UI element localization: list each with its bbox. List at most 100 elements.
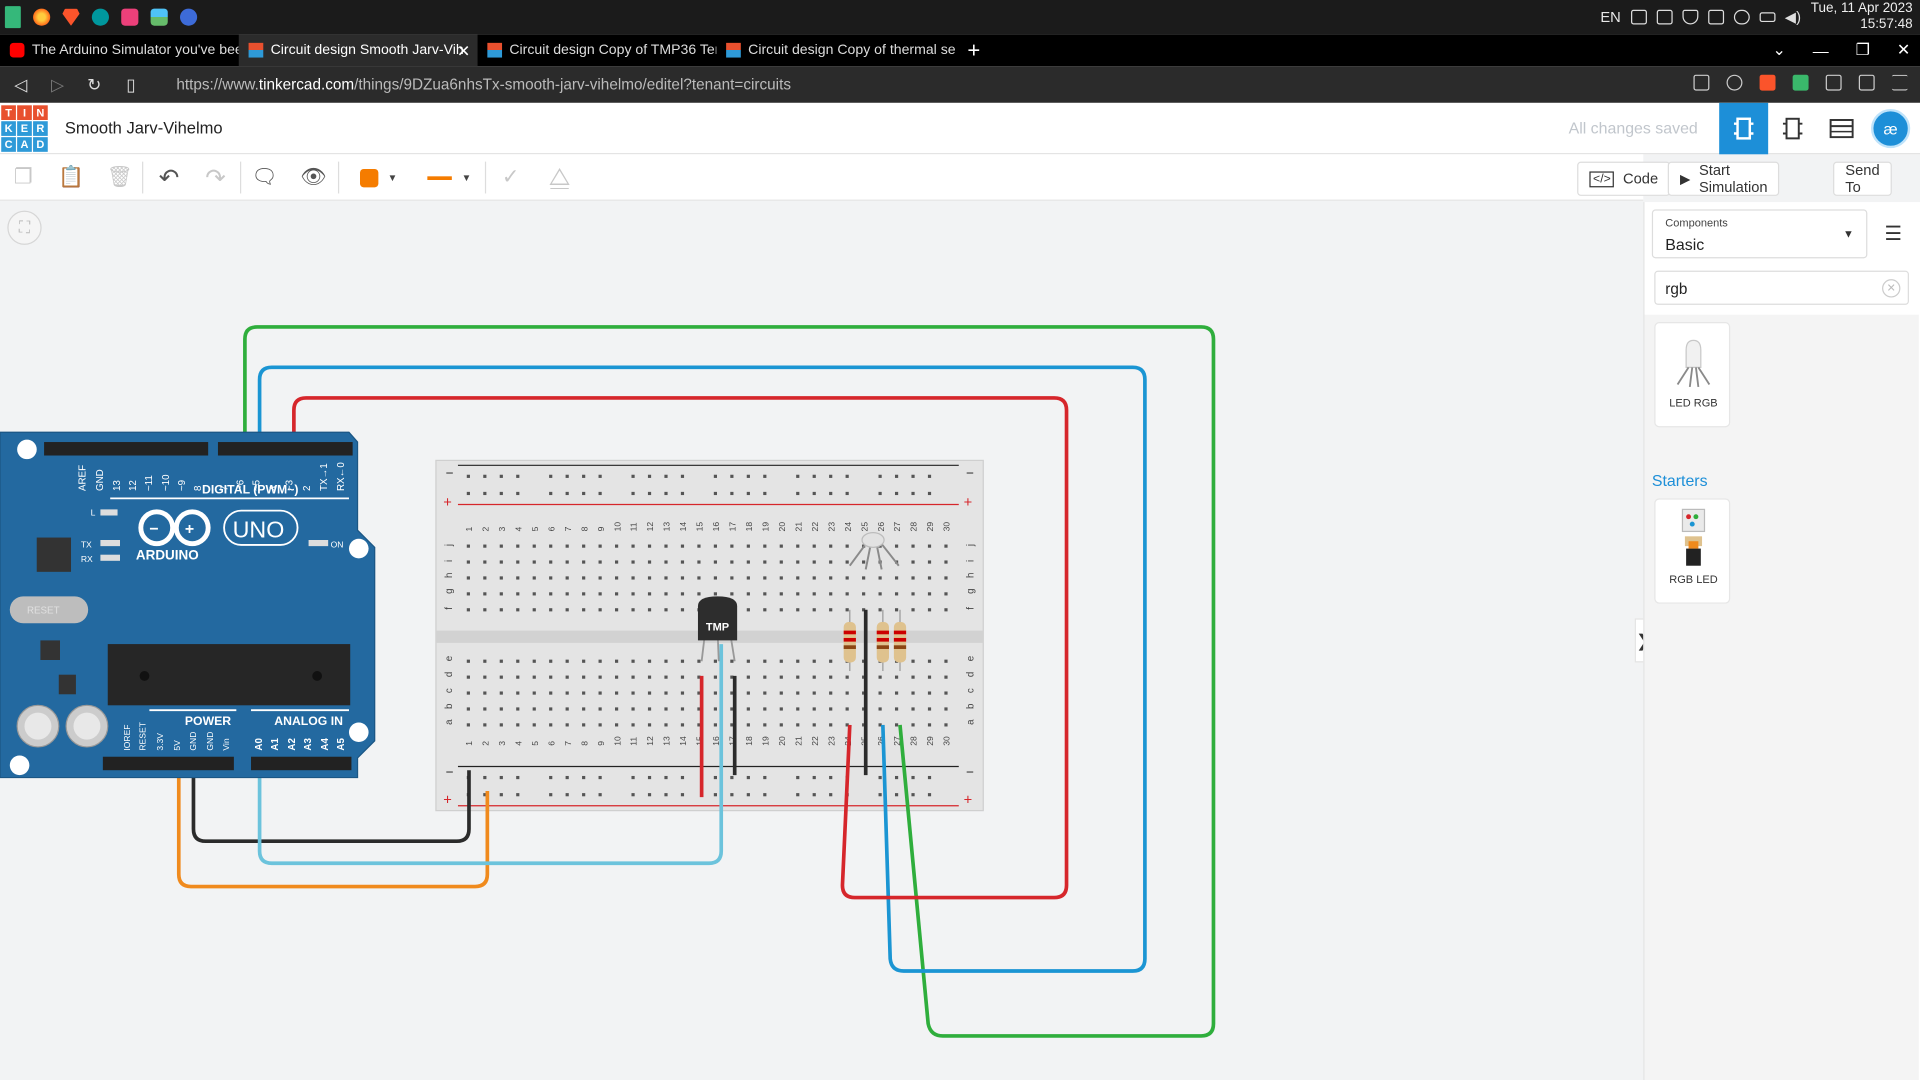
copy-icon[interactable]: ❐ [7,163,39,192]
brave-icon[interactable] [62,8,80,26]
back-icon[interactable]: ◁ [5,74,37,95]
digital-pin-label: GND [95,469,106,491]
send-to-label: Send To [1845,161,1880,196]
tx-label: TX [81,539,92,549]
row-label: g [444,588,455,593]
send-to-button[interactable]: Send To [1833,161,1892,196]
user-avatar[interactable]: æ [1871,108,1911,149]
close-tab-icon[interactable]: ✕ [457,42,470,62]
delete-icon[interactable]: 🗑 [104,163,136,192]
project-title[interactable]: Smooth Jarv-Vihelmo [65,119,223,137]
flip-icon[interactable]: ⧋ [544,163,576,192]
column-number: 6 [546,526,556,531]
clock[interactable]: Tue, 11 Apr 2023 15:57:48 [1811,1,1913,33]
toggle-notes-icon[interactable]: 👁 [298,163,330,192]
app-grid-icon[interactable] [4,6,21,29]
chevron-down-icon: ▼ [387,172,398,184]
shield-icon[interactable] [1681,9,1698,25]
calendar-icon[interactable] [1656,9,1673,25]
column-number: 3 [497,741,507,746]
digital-pin-label: ~9 [177,480,188,491]
component-card-led-rgb[interactable]: LED RGB [1654,322,1731,428]
component-list-button[interactable] [1817,103,1866,154]
circuit-canvas[interactable]: ⛶ − + − + − + − + 1 1 2 2 3 3 4 4 5 5 6 6 7 7 8 8 9 9 10 10… [0,202,1644,1080]
components-dropdown-value: Basic [1665,235,1705,254]
column-number: 20 [777,736,787,746]
wire-type-picker[interactable]: ▼ [418,163,482,192]
maximize-icon[interactable]: ❐ [1856,40,1870,60]
notes-icon[interactable]: 🗨 [249,163,281,192]
column-number: 7 [563,526,573,531]
volume-icon[interactable]: ◀) [1785,9,1801,26]
brave-shields-icon[interactable] [1759,74,1776,91]
clear-search-icon[interactable]: ✕ [1882,279,1901,298]
chevron-down-icon: ▼ [461,172,472,184]
schematic-view-button[interactable] [1768,103,1817,154]
tab-circuit-thermal[interactable]: Circuit design Copy of thermal ser [716,34,955,66]
logo-letter: C [1,137,16,152]
component-search-input[interactable]: rgb ✕ [1654,270,1909,305]
minimize-icon[interactable]: — [1813,41,1829,59]
fill-color-picker[interactable]: ▼ [350,163,406,192]
menu-icon[interactable] [1891,74,1908,91]
list-view-icon[interactable]: ☰ [1884,222,1902,246]
clock-date: Tue, 11 Apr 2023 [1810,1,1913,16]
circuit-view-button[interactable] [1719,102,1769,155]
monitor-icon[interactable] [1707,9,1724,25]
column-number: 4 [513,526,523,531]
led-rgb-icon [1676,339,1711,388]
column-number: 20 [777,522,787,532]
column-number: 15 [695,522,705,532]
reset-button-label: RESET [27,605,60,616]
tinkercad-icon [487,42,503,58]
undo-icon[interactable]: ↶ [153,163,185,192]
code-button-label: Code [1623,170,1659,188]
attachment-icon[interactable] [1733,9,1750,25]
bookmark-icon[interactable]: ▯ [115,74,147,95]
code-icon: </> [1589,170,1615,187]
extension-shield-icon[interactable] [1792,74,1809,91]
tinkercad-logo[interactable]: T I N K E R C A D [1,105,48,152]
redo-icon[interactable]: ↷ [200,163,232,192]
forward-icon[interactable]: ▷ [42,74,74,95]
rgb-led-starter-icon [1681,508,1706,566]
column-number: 28 [909,736,919,746]
save-status: All changes saved [1568,118,1698,138]
tab-list-icon[interactable]: ⌄ [1772,40,1785,60]
digital-pin-label: 13 [112,480,123,491]
logo-letter: A [17,137,32,152]
install-icon[interactable] [1693,74,1710,91]
column-number: 12 [645,736,655,746]
tab-circuit-tmp36[interactable]: Circuit design Copy of TMP36 Tem [478,34,716,66]
settings-icon[interactable] [180,8,198,26]
code-button[interactable]: </> Code [1577,161,1671,196]
column-number: 28 [909,522,919,532]
firefox-icon[interactable] [33,8,51,26]
share-icon[interactable] [1726,74,1743,91]
reload-icon[interactable]: ↻ [78,74,110,95]
arduino-icon[interactable] [91,8,109,26]
tab-youtube[interactable]: The Arduino Simulator you've bee [0,34,239,66]
close-window-icon[interactable]: ✕ [1897,40,1910,60]
sidebar-icon[interactable] [1858,74,1875,91]
language-indicator[interactable]: EN [1600,9,1620,26]
extensions-icon[interactable] [1825,74,1842,91]
new-tab-icon[interactable]: + [967,34,980,66]
column-number: 14 [678,736,688,746]
start-simulation-button[interactable]: ▶ Start Simulation [1667,161,1780,196]
components-dropdown[interactable]: Components Basic ▼ [1651,209,1868,259]
starter-card-rgb-led[interactable]: RGB LED [1654,498,1731,604]
circuit-drawing: − + − + − + − + 112233445566778899101011… [0,325,1216,1038]
url-path: /things/9DZua6nhsTx-smooth-jarv-vihelmo/… [354,75,791,94]
url-field[interactable]: https://www.tinkercad.com/things/9DZua6n… [176,76,791,93]
clipboard-icon[interactable] [1630,9,1647,25]
rotate-icon[interactable]: ✓ [495,163,527,192]
search-value: rgb [1665,280,1688,298]
image-viewer-icon[interactable] [150,8,168,26]
battery-icon[interactable] [1759,12,1776,23]
column-number: 22 [810,736,820,746]
arduino-uno[interactable]: DIGITAL (PWM~) − + ARDUINO UNO L TX RX ON… [0,431,376,779]
folder-icon[interactable] [121,8,139,26]
paste-icon[interactable]: 📋 [55,163,87,192]
tab-circuit-smooth[interactable]: Circuit design Smooth Jarv-Vih ✕ [238,34,478,67]
